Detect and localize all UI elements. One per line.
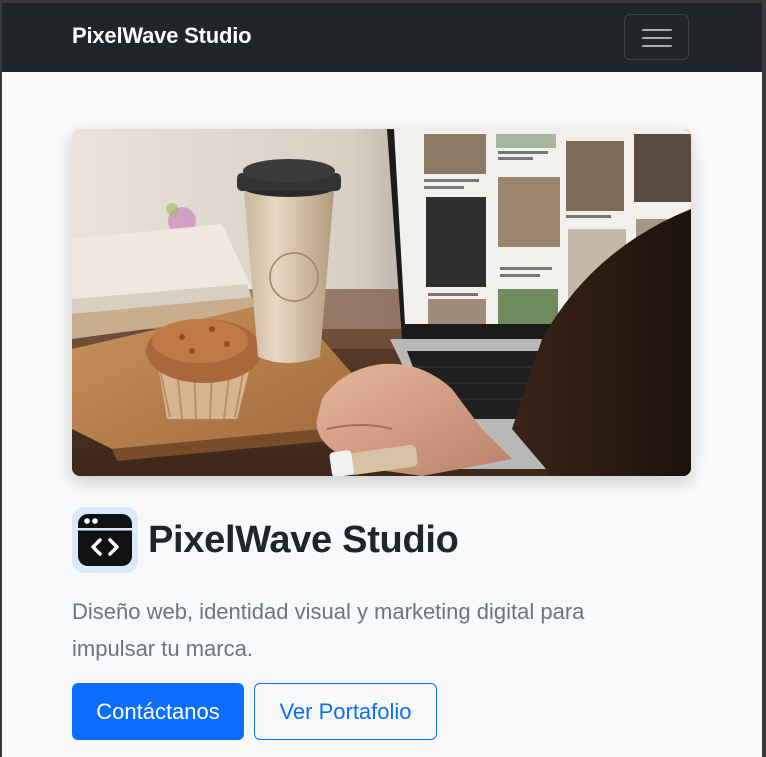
code-window-icon <box>72 507 138 573</box>
page-title: PixelWave Studio <box>148 518 459 561</box>
top-navbar: PixelWave Studio <box>2 3 762 72</box>
page-frame: PixelWave Studio PixelWave Studio Diseño… <box>2 3 762 757</box>
hero-title-row: PixelWave Studio <box>72 507 459 573</box>
contact-button[interactable]: Contáctanos <box>72 683 244 740</box>
hero-description: Diseño web, identidad visual y marketing… <box>72 599 585 661</box>
hero-photo <box>72 129 691 476</box>
portfolio-button[interactable]: Ver Portafolio <box>254 683 437 740</box>
navbar-brand[interactable]: PixelWave Studio <box>72 23 252 49</box>
navbar-toggler-button[interactable] <box>624 14 689 60</box>
